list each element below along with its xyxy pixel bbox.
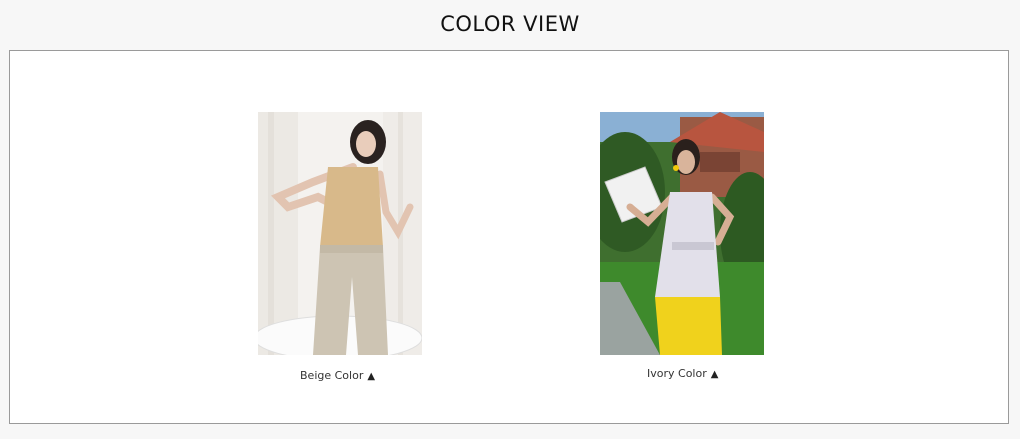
beige-color-label: Beige Color — [300, 369, 364, 382]
page-title: COLOR VIEW — [440, 12, 580, 36]
ivory-color-label: Ivory Color — [647, 367, 707, 380]
ivory-color-photo[interactable] — [600, 112, 764, 355]
triangle-up-icon: ▲ — [710, 369, 719, 380]
triangle-up-icon: ▲ — [367, 371, 376, 382]
ivory-color-caption[interactable]: Ivory Color ▲ — [647, 367, 718, 380]
color-view-panel: Beige Color ▲ Ivory Color ▲ — [9, 50, 1009, 424]
beige-color-caption[interactable]: Beige Color ▲ — [300, 369, 375, 382]
beige-color-photo[interactable] — [258, 112, 422, 355]
